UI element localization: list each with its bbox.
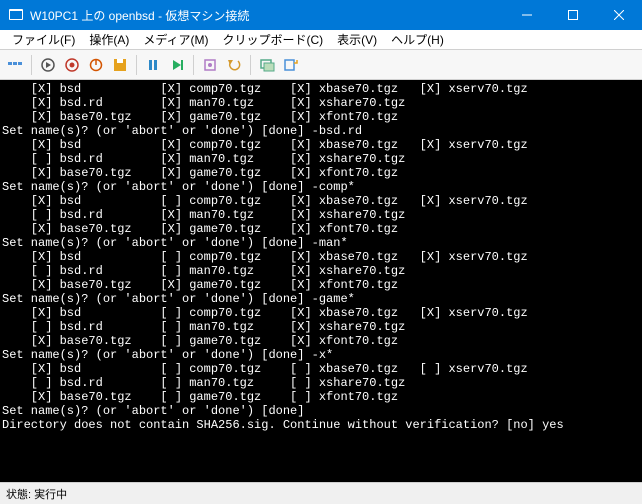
window-titlebar: W10PC1 上の openbsd - 仮想マシン接続 [0,0,642,30]
app-icon [8,7,24,23]
reset-icon[interactable] [166,54,188,76]
close-button[interactable] [596,0,642,30]
status-bar: 状態: 実行中 [0,482,642,504]
toolbar-separator [250,55,251,75]
revert-icon[interactable] [223,54,245,76]
pause-icon[interactable] [142,54,164,76]
cad-icon[interactable] [4,54,26,76]
terminal-output[interactable]: [X] bsd [X] comp70.tgz [X] xbase70.tgz [… [0,80,642,482]
window-title: W10PC1 上の openbsd - 仮想マシン接続 [30,7,504,24]
enhanced-icon[interactable] [256,54,278,76]
toolbar-separator [31,55,32,75]
window-controls [504,0,642,30]
menu-file[interactable]: ファイル(F) [6,29,81,50]
checkpoint-icon[interactable] [199,54,221,76]
toolbar [0,50,642,80]
maximize-button[interactable] [550,0,596,30]
share-icon[interactable] [280,54,302,76]
menu-view[interactable]: 表示(V) [331,29,383,50]
shutdown-icon[interactable] [85,54,107,76]
toolbar-separator [193,55,194,75]
save-icon[interactable] [109,54,131,76]
start-icon[interactable] [37,54,59,76]
status-label: 状態: [6,486,31,502]
menu-help[interactable]: ヘルプ(H) [385,29,450,50]
menu-bar: ファイル(F) 操作(A) メディア(M) クリップボード(C) 表示(V) ヘ… [0,30,642,50]
menu-media[interactable]: メディア(M) [137,29,214,50]
minimize-button[interactable] [504,0,550,30]
menu-action[interactable]: 操作(A) [83,29,135,50]
off-icon[interactable] [61,54,83,76]
toolbar-separator [136,55,137,75]
menu-clipboard[interactable]: クリップボード(C) [216,29,329,50]
status-value: 実行中 [34,486,67,502]
